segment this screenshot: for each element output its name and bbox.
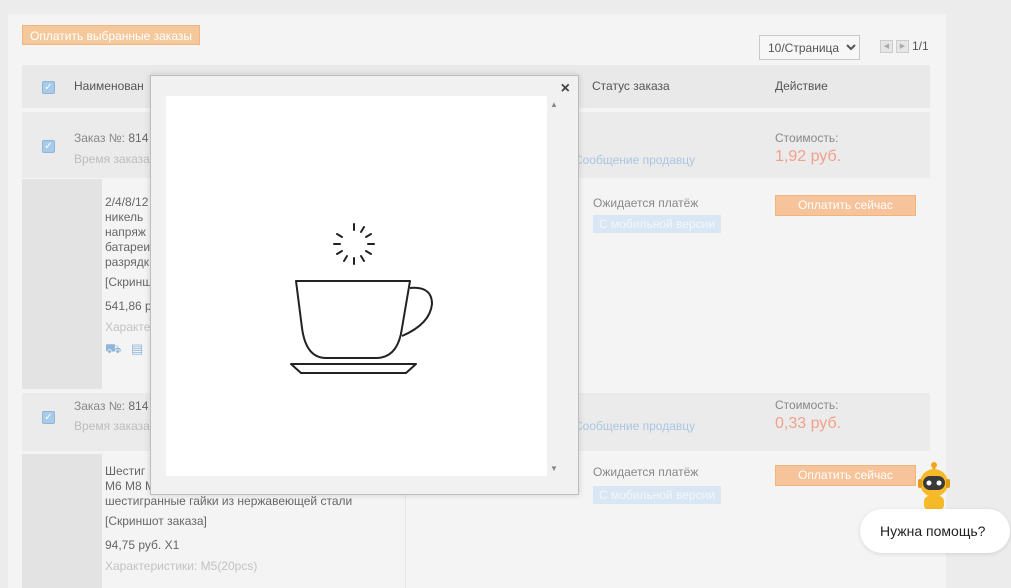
order-cost: 1,92 руб. [775, 148, 842, 165]
order-number-label: Заказ №: [74, 399, 126, 413]
order-number-label: Заказ №: [74, 131, 126, 145]
order-status: Ожидается платёж [593, 196, 699, 210]
order-checkbox[interactable]: ✓ [42, 411, 55, 424]
product-thumbnail[interactable] [22, 179, 102, 389]
pager-next-button[interactable]: ▶ [896, 40, 909, 53]
help-chat-button[interactable]: Нужна помощь? [860, 509, 1010, 553]
screenshot-modal: × ▲ ▼ [150, 75, 579, 495]
order-checkbox[interactable]: ✓ [42, 140, 55, 153]
message-seller-link[interactable]: Сообщение продавцу [574, 153, 695, 167]
order-number-value: 814 [128, 399, 149, 413]
select-all-checkbox[interactable]: ✓ [42, 81, 55, 94]
order-time-label: Время заказа [74, 152, 150, 166]
order-screenshot-link[interactable]: [Скриншот заказа] [105, 514, 395, 529]
coffee-cup-loading-icon [290, 223, 433, 374]
cost-label: Стоимость: [775, 398, 839, 412]
order-status: Ожидается платёж [593, 465, 699, 479]
item-characteristics: Характеристики: M5(20pcs) [105, 559, 258, 573]
col-action-header: Действие [775, 79, 828, 93]
item-title-line: шестигранные гайки из нержавеющей стали [105, 494, 353, 508]
close-icon[interactable]: × [561, 80, 570, 98]
product-thumbnail[interactable] [22, 454, 102, 588]
mobile-version-badge: С мобильной версии [593, 215, 722, 233]
message-seller-link[interactable]: Сообщение продавцу [574, 419, 695, 433]
order-number-value: 814 [128, 131, 149, 145]
order-number: Заказ №: 814 [74, 131, 148, 145]
pay-selected-button[interactable]: Оплатить выбранные заказы [22, 25, 200, 45]
page-count: 1/1 [912, 39, 929, 53]
robot-avatar-icon[interactable] [912, 461, 956, 511]
pay-now-button[interactable]: Оплатить сейчас [775, 195, 916, 216]
cost-label: Стоимость: [775, 131, 839, 145]
item-price: 94,75 руб. X1 [105, 538, 180, 552]
order-time-label: Время заказа [74, 419, 150, 433]
mobile-version-badge: С мобильной версии [593, 486, 722, 504]
scroll-down-arrow[interactable]: ▼ [550, 464, 558, 473]
col-name-header: Наименован [74, 79, 144, 93]
pay-now-button[interactable]: Оплатить сейчас [775, 465, 916, 486]
store-icon[interactable]: ▤ [131, 341, 143, 356]
order-number: Заказ №: 814 [74, 399, 148, 413]
order-cost: 0,33 руб. [775, 415, 842, 432]
modal-content-frame[interactable] [166, 96, 547, 476]
pager-prev-button[interactable]: ◀ [880, 40, 893, 53]
truck-icon[interactable]: ⛟ [105, 341, 121, 356]
scroll-up-arrow[interactable]: ▲ [550, 100, 558, 109]
per-page-select[interactable]: 10/Страница [759, 35, 860, 60]
col-status-header: Статус заказа [592, 79, 670, 93]
